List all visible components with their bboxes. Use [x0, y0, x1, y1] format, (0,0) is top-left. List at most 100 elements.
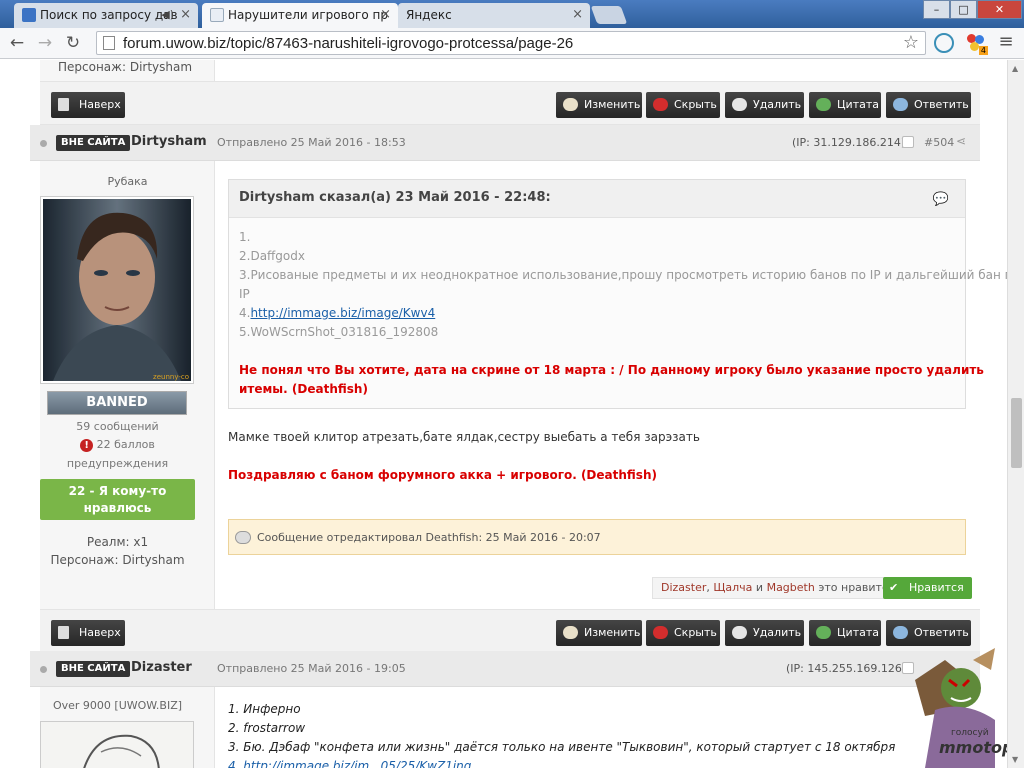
avatar-image [41, 722, 193, 768]
bookmark-star-icon[interactable]: ☆ [903, 32, 919, 53]
offline-status-icon [40, 666, 47, 673]
warning-points[interactable]: ! 22 баллов [40, 438, 195, 452]
scroll-thumb[interactable] [1011, 398, 1022, 468]
menu-icon[interactable]: ≡ [996, 33, 1016, 53]
delete-button[interactable]: Удалить [725, 620, 804, 646]
edit-notice: Сообщение отредактировал Deathfish: 25 М… [228, 519, 966, 555]
edit-button[interactable]: Изменить [556, 92, 642, 118]
author-name[interactable]: Dirtysham [131, 134, 207, 149]
like-button[interactable]: ✔ Нравится [883, 577, 972, 599]
hide-button[interactable]: Скрыть [646, 620, 720, 646]
check-icon: ✔ [889, 581, 899, 594]
extension-colorful-icon[interactable]: 4 [966, 33, 988, 55]
back-to-top-button[interactable]: Наверх [51, 620, 125, 646]
post-line: 1. Инферно [228, 702, 301, 716]
quote-link[interactable]: http://immage.biz/image/Kwv4 [250, 306, 435, 320]
warning-icon: ! [80, 439, 94, 452]
quote-button[interactable]: Цитата [809, 92, 881, 118]
post-text: Мамке твоей клитор атрезать,бате ялдак,с… [228, 430, 700, 444]
back-icon[interactable]: ← [6, 32, 28, 54]
author-name[interactable]: Dizaster [131, 660, 192, 675]
edit-icon [563, 98, 578, 111]
extension-icon[interactable] [934, 33, 954, 53]
back-to-top-button[interactable]: Наверх [51, 92, 125, 118]
banned-badge: BANNED [47, 391, 187, 415]
post-link[interactable]: 4. http://immage.biz/im...05/25/KwZ1ing [228, 759, 471, 768]
select-post-checkbox[interactable] [902, 136, 914, 148]
speaker-icon[interactable]: ◀) [161, 8, 174, 21]
post-count[interactable]: 59 сообщений [40, 420, 195, 433]
maximize-button[interactable]: □ [950, 0, 977, 19]
new-tab-button[interactable] [590, 6, 628, 24]
quote-chat-icon[interactable]: 💬 [933, 192, 949, 207]
quote-block: Dirtysham сказал(а) 23 Май 2016 - 22:48:… [228, 179, 1007, 409]
reply-icon [893, 626, 908, 639]
post-action-bar: Наверх Изменить Скрыть Удалить Цитата От… [40, 609, 980, 653]
scroll-down-icon[interactable]: ▼ [1012, 755, 1018, 764]
tab-yandex[interactable]: Яндекс × [398, 3, 590, 28]
close-icon[interactable]: × [180, 7, 191, 22]
edit-note-icon [235, 531, 251, 544]
reputation-badge: 22 - Я кому-то нравлюсь [40, 479, 195, 520]
tab-search[interactable]: Поиск по запросу дав ◀) × [14, 3, 198, 28]
tab-strip: Поиск по запросу дав ◀) × Нарушители игр… [0, 0, 1024, 28]
avatar[interactable] [40, 721, 194, 768]
post-action-bar: Наверх Изменить Скрыть Удалить Цитата От… [40, 81, 980, 125]
post-ip: (IP: 31.129.186.214) [792, 136, 906, 149]
moderator-note: Поздравляю с баном форумного акка + игро… [228, 468, 657, 482]
quote-icon [816, 626, 831, 639]
hide-icon [653, 98, 668, 111]
forward-icon[interactable]: → [34, 32, 56, 54]
quote-icon [816, 98, 831, 111]
delete-button[interactable]: Удалить [725, 92, 804, 118]
character-info: Персонаж: Dirtysham [50, 553, 185, 567]
post-line: 2. frostarrow [228, 721, 306, 735]
address-bar[interactable]: forum.uwow.biz/topic/87463-narushiteli-i… [96, 31, 926, 55]
mmotop-vote-widget[interactable]: голосуй mmotop [895, 640, 1013, 768]
share-icon[interactable]: ⋖ [956, 134, 966, 148]
edit-icon [563, 626, 578, 639]
delete-icon [732, 626, 747, 639]
reply-button[interactable]: Ответить [886, 92, 971, 118]
minimize-button[interactable]: – [923, 0, 950, 19]
author-sidebar: Рубака zeunny-co BANNED 59 сообщений ! 2… [40, 161, 215, 610]
tab-forum[interactable]: Нарушители игрового пр × [202, 3, 398, 28]
delete-icon [732, 98, 747, 111]
window-close-button[interactable]: ✕ [977, 0, 1022, 19]
close-icon[interactable]: × [380, 7, 391, 22]
post-date[interactable]: Отправлено 25 Май 2016 - 18:53 [217, 136, 406, 149]
author-sidebar: Over 9000 [UWOW.BIZ] [40, 687, 215, 768]
page-content: Персонаж: Dirtysham Наверх Изменить Скры… [0, 60, 1007, 768]
post-number[interactable]: #504 [924, 136, 954, 149]
status-badge: ВНЕ САЙТА [56, 661, 131, 677]
post-line: 3. Бю. Дэбаф "конфета или жизнь" даётся … [228, 740, 896, 754]
page-icon [103, 36, 115, 50]
offline-status-icon [40, 140, 47, 147]
post-ip: (IP: 145.255.169.126) [786, 662, 907, 675]
hide-button[interactable]: Скрыть [646, 92, 720, 118]
prev-post-sidebar: Персонаж: Dirtysham [40, 60, 215, 82]
window-controls: – □ ✕ [923, 0, 1022, 20]
user-rank: Рубака [107, 175, 148, 188]
url-text[interactable]: forum.uwow.biz/topic/87463-narushiteli-i… [123, 35, 573, 52]
user-rank: Over 9000 [UWOW.BIZ] [52, 699, 183, 712]
vertical-scrollbar[interactable]: ▲ ▼ [1007, 60, 1024, 768]
page-up-icon [58, 626, 69, 639]
hide-icon [653, 626, 668, 639]
reply-icon [893, 98, 908, 111]
post-date[interactable]: Отправлено 25 Май 2016 - 19:05 [217, 662, 406, 675]
edit-button[interactable]: Изменить [556, 620, 642, 646]
avatar-image [43, 199, 191, 381]
scroll-up-icon[interactable]: ▲ [1012, 64, 1018, 73]
realm-info: Реалм: x1 [86, 535, 149, 549]
warning-label: предупреждения [66, 457, 169, 470]
status-badge: ВНЕ САЙТА [56, 135, 131, 151]
reload-icon[interactable]: ↻ [62, 32, 84, 54]
avatar[interactable]: zeunny-co [40, 196, 194, 384]
play-icon [22, 8, 36, 22]
post-header: ВНЕ САЙТА Dirtysham Отправлено 25 Май 20… [30, 125, 980, 161]
quote-button[interactable]: Цитата [809, 620, 881, 646]
page-up-icon [58, 98, 69, 111]
close-icon[interactable]: × [572, 7, 583, 22]
post-header: ВНЕ САЙТА Dizaster Отправлено 25 Май 201… [30, 651, 980, 687]
